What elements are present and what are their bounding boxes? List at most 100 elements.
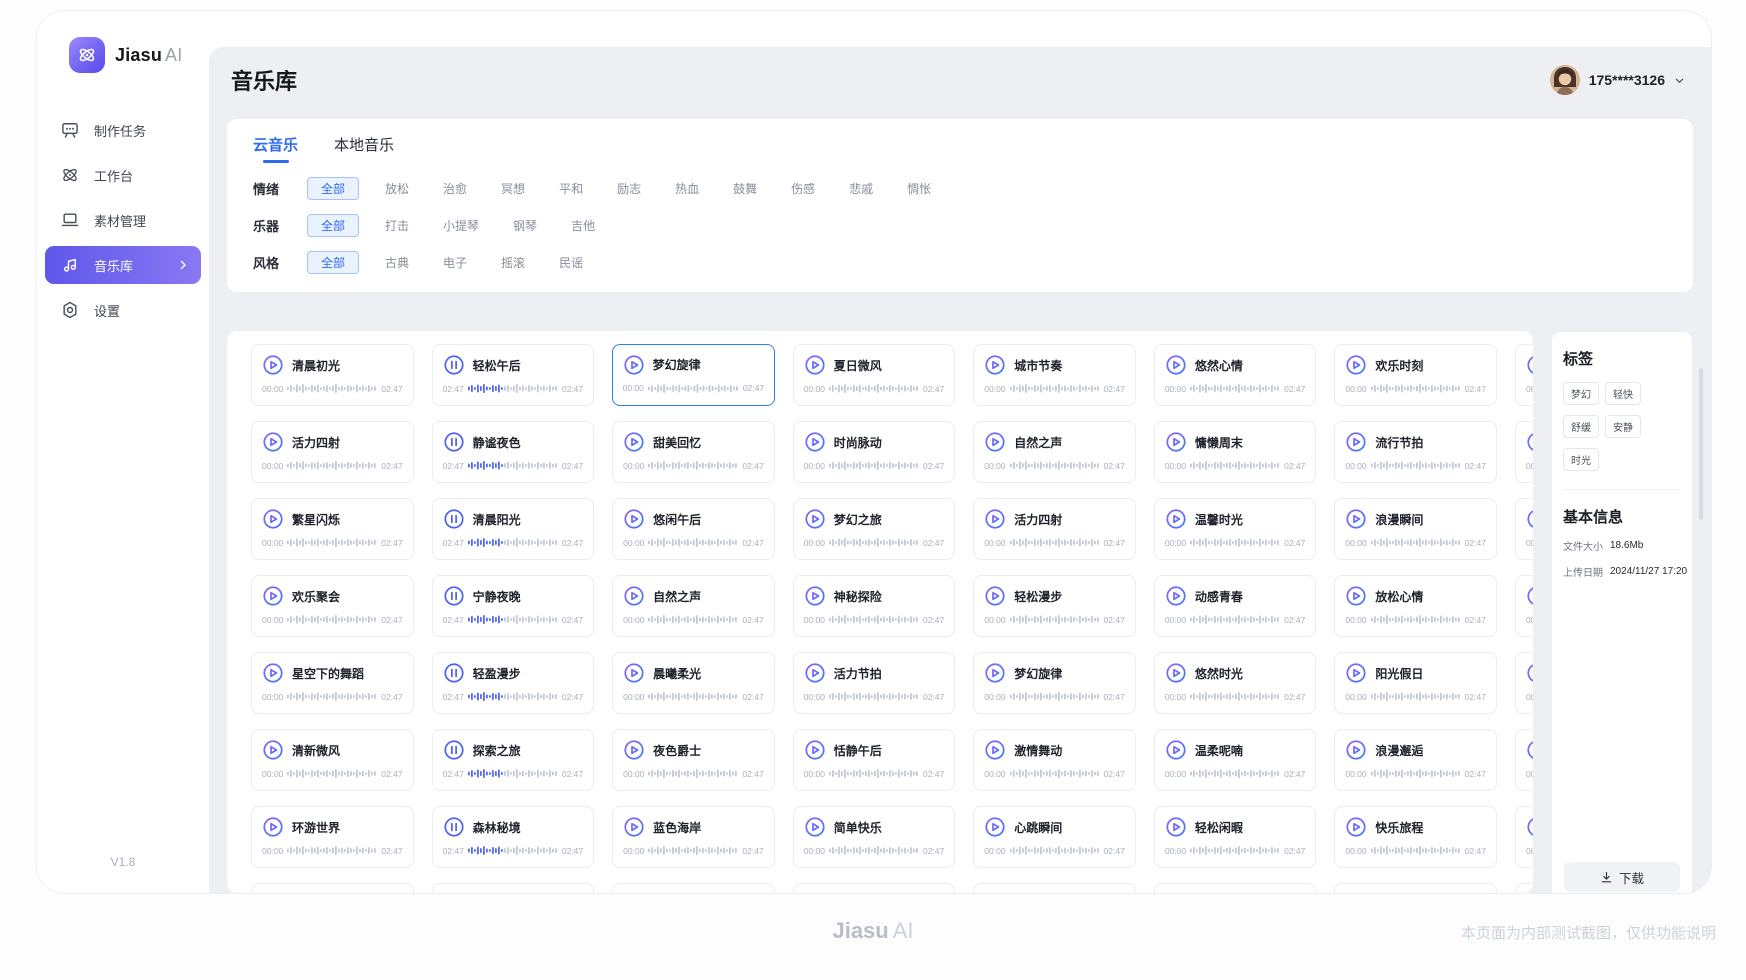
tag-chip[interactable]: 安静 [1605, 415, 1641, 438]
play-icon[interactable] [262, 431, 284, 453]
play-icon[interactable] [1165, 662, 1187, 684]
music-card[interactable]: 清新微风00:0002:47 [251, 729, 414, 791]
tab-0[interactable]: 云音乐 [253, 134, 298, 163]
play-icon[interactable] [1526, 354, 1533, 376]
play-icon[interactable] [804, 739, 826, 761]
music-card[interactable]: 做不完的梦00:0002:47 [251, 883, 414, 893]
play-icon[interactable] [1165, 585, 1187, 607]
music-card[interactable]: 自然之声00:0002:47 [973, 421, 1136, 483]
tab-1[interactable]: 本地音乐 [334, 134, 394, 163]
filter-option[interactable]: 民谣 [559, 254, 583, 271]
music-card[interactable]: 慵懒周末00:0002:47 [1154, 421, 1317, 483]
music-card[interactable]: 浪漫邂逅00:0002:47 [1334, 729, 1497, 791]
tag-chip[interactable]: 轻快 [1605, 382, 1641, 405]
music-card[interactable]: 温馨时光00:0002:47 [1154, 498, 1317, 560]
play-icon[interactable] [262, 662, 284, 684]
play-icon[interactable] [1165, 816, 1187, 838]
pause-icon[interactable] [443, 816, 465, 838]
music-card[interactable]: 做不完的梦00:0002:47 [1154, 883, 1317, 893]
music-card[interactable]: 环游世界00:0002:47 [251, 806, 414, 868]
music-card[interactable]: 恬静午后00:0002:47 [793, 729, 956, 791]
tag-chip[interactable]: 时光 [1563, 448, 1599, 471]
music-card[interactable]: 神秘探险00:0002:47 [793, 575, 956, 637]
play-icon[interactable] [1345, 662, 1367, 684]
music-card[interactable]: 做不完的梦00:0002:47 [612, 883, 775, 893]
pause-icon[interactable] [443, 585, 465, 607]
play-icon[interactable] [1165, 431, 1187, 453]
pause-icon[interactable] [443, 431, 465, 453]
music-card[interactable]: 温暖阳光00:0002:47 [1515, 344, 1533, 406]
play-icon[interactable] [623, 816, 645, 838]
music-card[interactable]: 激情舞动00:0002:47 [973, 729, 1136, 791]
filter-option[interactable]: 打击 [385, 217, 409, 234]
filter-option[interactable]: 钢琴 [513, 217, 537, 234]
music-card[interactable]: 温柔呢喃00:0002:47 [1154, 729, 1317, 791]
play-icon[interactable] [804, 585, 826, 607]
play-icon[interactable] [623, 354, 645, 376]
music-card[interactable]: 甜美回忆00:0002:47 [612, 421, 775, 483]
music-card[interactable]: 悠闲午后00:0002:47 [612, 498, 775, 560]
music-card[interactable]: 活力四射00:0002:47 [973, 498, 1136, 560]
play-icon[interactable] [1526, 585, 1533, 607]
music-card[interactable]: 轻松午后02:4702:47 [432, 344, 595, 406]
music-card[interactable]: 温馨时刻00:0002:47 [1515, 806, 1533, 868]
filter-option[interactable]: 励志 [617, 180, 641, 197]
music-card[interactable]: 活力四射00:0002:47 [251, 421, 414, 483]
play-icon[interactable] [623, 739, 645, 761]
filter-option[interactable]: 电子 [443, 254, 467, 271]
play-icon[interactable] [1345, 508, 1367, 530]
music-card[interactable]: 都市脉搏00:0002:47 [1515, 729, 1533, 791]
music-card[interactable]: 简单快乐00:0002:47 [793, 806, 956, 868]
music-card[interactable]: 森林秘境02:4702:47 [432, 806, 595, 868]
sidebar-item-4[interactable]: 设置 [45, 291, 201, 329]
music-card[interactable]: 阳光假日00:0002:47 [1334, 652, 1497, 714]
filter-option[interactable]: 平和 [559, 180, 583, 197]
music-card[interactable]: 轻松闲暇00:0002:47 [1154, 806, 1317, 868]
play-icon[interactable] [1165, 508, 1187, 530]
filter-option-selected[interactable]: 全部 [307, 177, 359, 200]
music-card[interactable]: 快乐旅程00:0002:47 [1334, 806, 1497, 868]
play-icon[interactable] [623, 662, 645, 684]
filter-option[interactable]: 惆怅 [907, 180, 931, 197]
music-card[interactable]: 繁星闪烁00:0002:47 [1515, 652, 1533, 714]
tag-chip[interactable]: 梦幻 [1563, 382, 1599, 405]
play-icon[interactable] [262, 816, 284, 838]
tag-chip[interactable]: 舒缓 [1563, 415, 1599, 438]
music-card[interactable]: 动感青春00:0002:47 [1154, 575, 1317, 637]
filter-option[interactable]: 悲戚 [849, 180, 873, 197]
play-icon[interactable] [1165, 739, 1187, 761]
music-card[interactable]: 做不完的梦00:0002:47 [1334, 883, 1497, 893]
music-card[interactable]: 心跳瞬间00:0002:47 [973, 806, 1136, 868]
music-card[interactable]: 浪漫瞬间00:0002:47 [1334, 498, 1497, 560]
music-card[interactable]: 自然之声00:0002:47 [612, 575, 775, 637]
play-icon[interactable] [1345, 431, 1367, 453]
play-icon[interactable] [262, 354, 284, 376]
sidebar-item-1[interactable]: 工作台 [45, 156, 201, 194]
music-card[interactable]: 做不完的梦00:0002:47 [793, 883, 956, 893]
play-icon[interactable] [984, 662, 1006, 684]
filter-option[interactable]: 热血 [675, 180, 699, 197]
play-icon[interactable] [1526, 508, 1533, 530]
play-icon[interactable] [1526, 739, 1533, 761]
play-icon[interactable] [1526, 816, 1533, 838]
music-card[interactable]: 放松心情00:0002:47 [1334, 575, 1497, 637]
music-card[interactable]: 夜色爵士00:0002:47 [612, 729, 775, 791]
filter-option[interactable]: 小提琴 [443, 217, 479, 234]
filter-option[interactable]: 摇滚 [501, 254, 525, 271]
play-icon[interactable] [262, 585, 284, 607]
play-icon[interactable] [984, 739, 1006, 761]
play-icon[interactable] [984, 585, 1006, 607]
play-icon[interactable] [1345, 739, 1367, 761]
play-icon[interactable] [262, 739, 284, 761]
filter-option[interactable]: 伤感 [791, 180, 815, 197]
play-icon[interactable] [804, 354, 826, 376]
pause-icon[interactable] [443, 662, 465, 684]
play-icon[interactable] [1526, 662, 1533, 684]
music-card[interactable]: 蓝色海岸00:0002:47 [612, 806, 775, 868]
music-card[interactable]: 宁静夜晚02:4702:47 [432, 575, 595, 637]
filter-option[interactable]: 古典 [385, 254, 409, 271]
music-card[interactable]: 轻盈漫步02:4702:47 [432, 652, 595, 714]
play-icon[interactable] [1345, 585, 1367, 607]
play-icon[interactable] [984, 508, 1006, 530]
play-icon[interactable] [623, 508, 645, 530]
